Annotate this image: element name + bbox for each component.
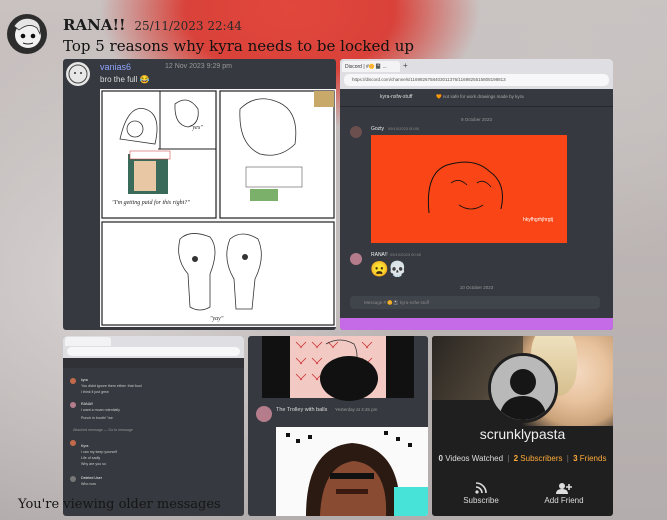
rss-icon [446, 482, 516, 496]
attachment-author-time: 12 Nov 2023 9:29 pm [165, 63, 232, 70]
thread-avatar-1 [70, 378, 76, 384]
thread-line: I want a moan rotentially [81, 408, 120, 412]
thread-line: Deleted User [81, 476, 102, 480]
comic-caption-yes: "yes" [190, 125, 203, 131]
trolley-author-name: The Trolley with balls [276, 407, 328, 413]
comic-caption-paid: "I'm getting paid for this right?" [112, 200, 190, 206]
subscribe-label: Subscribe [463, 496, 499, 505]
thread-line: kyra [81, 378, 88, 382]
friends-label[interactable]: Friends [580, 454, 607, 463]
older-messages-notice[interactable]: You're viewing older messages [18, 497, 221, 512]
attachment-author-avatar [66, 62, 90, 86]
message-timestamp: 25/11/2023 22:44 [134, 19, 242, 33]
browser-url-bar-small [67, 347, 240, 356]
browser-url-bar: https://discord.com/channels/11698267584… [344, 74, 609, 86]
message-text: Top 5 reasons why kyra needs to be locke… [63, 37, 414, 55]
trolley-author-time: Yesterday at 3:45 pm [335, 407, 378, 412]
attachment-discord-thread-screenshot[interactable]: kyra You didnt ignore them either. that … [63, 336, 244, 516]
msg1-author: Gozty [371, 126, 385, 132]
thread-line: Who now [81, 482, 96, 486]
browser-tab-small [65, 337, 111, 346]
discord-channel-header: kyra-nsfw-stuff 🧡 not safe for work draw… [340, 89, 613, 107]
thread-avatar-4 [70, 476, 76, 482]
profile-username: scrunklypasta [479, 426, 566, 442]
thread-line: I can my keep yourself [81, 450, 117, 454]
friends-count: 3 [573, 454, 578, 463]
attachment-discord-orange-screenshot[interactable]: Discord | #🌼📓 ... + https://discord.com/… [340, 59, 613, 330]
purple-strip [340, 318, 613, 330]
date-separator-top: 9 October 2023 [460, 117, 493, 122]
channel-topic: 🧡 not safe for work drawings made by kyr… [436, 94, 524, 99]
thread-avatar-3 [70, 440, 76, 446]
comic-caption-yay: "yay" [210, 316, 224, 322]
thread-line: Life of sadly [81, 456, 101, 460]
thread-line: Punch in booth! "we [81, 416, 113, 420]
channel-name: kyra-nsfw-stuff [380, 94, 413, 100]
thread-line: RANA!! [81, 402, 93, 406]
attachment-profile-screenshot[interactable]: scrunklypasta 0 Videos Watched | 2 Subsc… [432, 336, 613, 516]
attachment-author-name: vanias6 [100, 62, 132, 72]
browser-chrome: Discord | #🌼📓 ... + https://discord.com/… [340, 59, 613, 89]
browser-tab: Discord | #🌼📓 ... [342, 61, 400, 72]
profile-stats: 0 Videos Watched | 2 Subscribers | 3 Fri… [438, 454, 607, 463]
subscribers-label[interactable]: Subscribers [520, 454, 562, 463]
frowning-emoji-icon: 😦 [370, 260, 389, 278]
add-friend-button[interactable]: Add Friend [529, 482, 599, 505]
laughing-emoji-icon: 😂 [139, 75, 150, 84]
attachment-message-text: bro the full 😂 [100, 75, 150, 84]
message-input[interactable]: Message # 🌼📓 kyra-nsfw-stuff [350, 296, 600, 309]
thread-avatar-2 [70, 402, 76, 408]
gozty-avatar [350, 126, 362, 138]
msg2-author: RANA!! [371, 252, 388, 258]
skull-emoji-icon: 💀 [388, 260, 407, 278]
videos-watched-count: 0 [438, 454, 443, 463]
browser-chrome-small [63, 336, 244, 358]
videos-watched-label: Videos Watched [445, 454, 504, 463]
thread-line: Attached message — Go to message [73, 428, 133, 432]
trolley-deepfried-image [276, 427, 428, 516]
msg1-time: 09/10/2023 00:00 [388, 126, 420, 131]
user-avatar[interactable] [7, 14, 47, 54]
add-friend-label: Add Friend [544, 496, 584, 505]
thread-line: I think it just grew [81, 390, 109, 394]
orange-image-label: hkyfhgrhjhrgtj [522, 217, 553, 223]
attachment-trolley-screenshot[interactable]: The Trolley with balls Yesterday at 3:45… [248, 336, 428, 516]
date-separator-bottom: 10 October 2023 [459, 285, 494, 290]
black-scribble [320, 356, 378, 401]
profile-avatar-icon[interactable] [488, 353, 558, 423]
subscribers-count: 2 [513, 454, 519, 463]
thread-header [63, 358, 244, 368]
msg2-time: 09/10/2023 00:00 [390, 252, 422, 257]
trolley-author-avatar [256, 406, 272, 422]
thread-line: Why are you so [81, 462, 106, 466]
thread-line: Kyra [81, 444, 89, 448]
orange-drawing-image: hkyfhgrhjhrgtj [371, 135, 567, 243]
add-user-icon [529, 482, 599, 496]
message-username[interactable]: RANA!! [63, 16, 126, 34]
message-header: RANA!! 25/11/2023 22:44 [63, 16, 242, 34]
rana-avatar [350, 253, 362, 265]
thread-line: You didnt ignore them either. that food [81, 384, 142, 388]
new-tab-icon: + [403, 61, 408, 70]
comic-drawing: "yes" "I'm getting paid for this right?"… [100, 89, 336, 327]
subscribe-button[interactable]: Subscribe [446, 482, 516, 505]
attachment-drawing-screenshot[interactable]: vanias6 12 Nov 2023 9:29 pm bro the full… [63, 59, 336, 330]
